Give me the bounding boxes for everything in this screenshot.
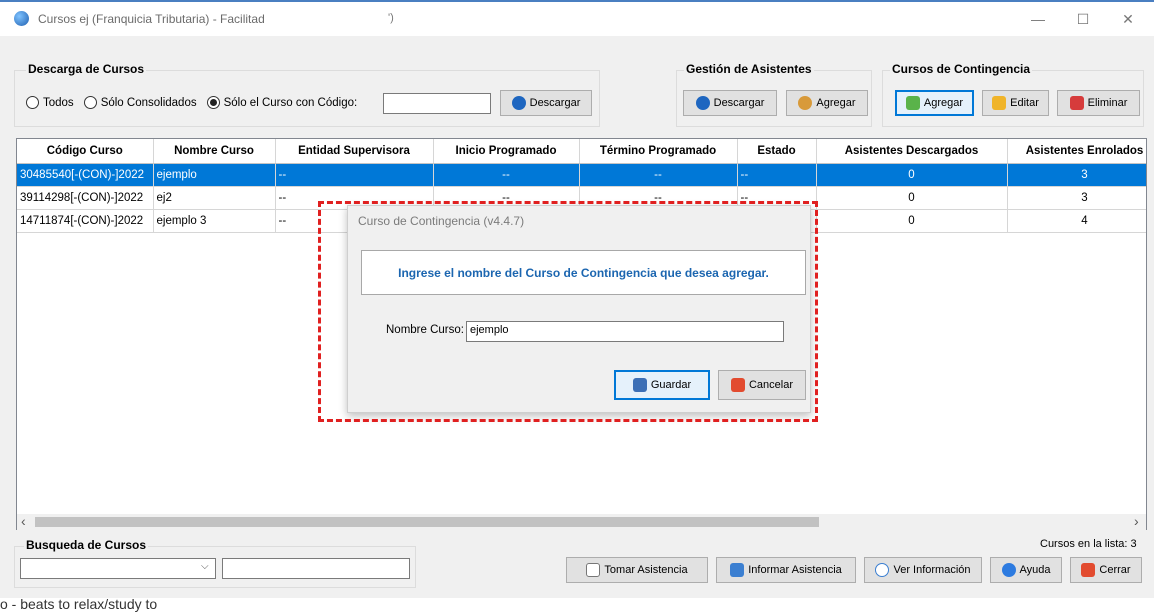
download-courses-button[interactable]: Descargar <box>500 90 592 116</box>
table-cell: ejemplo 3 <box>153 209 276 233</box>
attendees-add-button[interactable]: Agregar <box>786 90 868 116</box>
app-globe-icon <box>14 11 29 26</box>
table-cell: 30485540[-(CON)-]2022 <box>17 163 154 187</box>
window-title: Cursos ej (Franquicia Tributaria) - Faci… <box>38 12 265 26</box>
course-code-input[interactable] <box>383 93 491 114</box>
column-header[interactable]: Asistentes Enrolados <box>1007 139 1146 164</box>
report-attendance-label: Informar Asistencia <box>748 564 842 576</box>
help-icon <box>1001 563 1016 577</box>
close-window-button[interactable]: ✕ <box>1111 8 1145 30</box>
view-info-button[interactable]: Ver Información <box>864 557 982 583</box>
checklist-icon <box>586 563 601 577</box>
help-button[interactable]: Ayuda <box>990 557 1062 583</box>
contingency-delete-button[interactable]: Eliminar <box>1057 90 1140 116</box>
attendees-group-title: Gestión de Asistentes <box>684 62 814 76</box>
column-header[interactable]: Inicio Programado <box>433 139 580 164</box>
radio-course-code-label: Sólo el Curso con Código: <box>223 96 358 109</box>
download-courses-title: Descarga de Cursos <box>26 62 147 76</box>
pencil-icon <box>992 96 1007 110</box>
delete-icon <box>1069 96 1084 110</box>
radio-course-code[interactable]: Sólo el Curso con Código: <box>206 96 358 109</box>
cloud-download-icon <box>511 96 526 110</box>
help-label: Ayuda <box>1019 564 1051 576</box>
attendees-download-button[interactable]: Descargar <box>683 90 777 116</box>
eye-icon <box>875 563 890 577</box>
table-cell: 0 <box>816 186 1008 210</box>
table-cell: -- <box>433 163 580 187</box>
table-cell: -- <box>275 163 434 187</box>
attendees-add-label: Agregar <box>816 97 856 109</box>
radio-course-code-indicator[interactable] <box>206 96 220 109</box>
table-cell: 39114298[-(CON)-]2022 <box>17 186 154 210</box>
column-header[interactable]: Asistentes Descargados <box>816 139 1008 164</box>
contingency-add-button[interactable]: Agregar <box>895 90 974 116</box>
column-header[interactable]: Código Curso <box>17 139 154 164</box>
attendees-download-label: Descargar <box>713 97 765 109</box>
table-cell: -- <box>579 163 738 187</box>
maximize-button[interactable]: ☐ <box>1066 8 1100 30</box>
close-button[interactable]: Cerrar <box>1070 557 1142 583</box>
take-attendance-button[interactable]: Tomar Asistencia <box>566 557 708 583</box>
horizontal-scrollbar[interactable]: ‹ › <box>17 513 1146 530</box>
radio-all[interactable]: Todos <box>26 96 74 109</box>
courses-count-label: Cursos en la lista: 3 <box>1040 538 1137 550</box>
window-title-fragment: ') <box>388 12 394 24</box>
download-filter-radios: Todos Sólo Consolidados Sólo el Curso co… <box>26 96 357 109</box>
contingency-edit-label: Editar <box>1010 97 1039 109</box>
table-cell: -- <box>737 163 817 187</box>
view-info-label: Ver Información <box>893 564 971 576</box>
cloud-download-icon <box>695 96 710 110</box>
contingency-add-label: Agregar <box>923 97 964 109</box>
send-icon <box>730 563 745 577</box>
title-bar: Cursos ej (Franquicia Tributaria) - Faci… <box>0 2 1154 36</box>
close-label: Cerrar <box>1099 564 1131 576</box>
search-text-input[interactable] <box>222 558 410 579</box>
contingency-edit-button[interactable]: Editar <box>982 90 1049 116</box>
column-header[interactable]: Término Programado <box>579 139 738 164</box>
scrollbar-thumb[interactable] <box>35 517 819 527</box>
background-window-text: o - beats to relax/study to <box>0 596 158 612</box>
chevron-down-icon[interactable]: ⌵ <box>201 561 209 572</box>
red-x-icon <box>1081 563 1096 577</box>
plus-icon <box>905 96 920 110</box>
take-attendance-label: Tomar Asistencia <box>604 564 688 576</box>
table-row[interactable]: 30485540[-(CON)-]2022 ejemplo -- -- -- -… <box>17 163 1146 187</box>
download-courses-label: Descargar <box>529 97 581 109</box>
table-cell: 3 <box>1007 186 1146 210</box>
contingency-group-title: Cursos de Contingencia <box>890 62 1033 76</box>
highlight-box <box>318 201 818 422</box>
table-cell: 3 <box>1007 163 1146 187</box>
table-cell: 0 <box>816 163 1008 187</box>
contingency-delete-label: Eliminar <box>1087 97 1128 109</box>
search-filter-combo[interactable] <box>20 558 216 579</box>
table-cell: 4 <box>1007 209 1146 233</box>
table-cell: 0 <box>816 209 1008 233</box>
table-cell: ejemplo <box>153 163 276 187</box>
scroll-right-arrow-icon[interactable]: › <box>1134 513 1139 529</box>
radio-all-label: Todos <box>43 96 74 109</box>
radio-consolidated-indicator[interactable] <box>83 96 97 109</box>
search-courses-title: Busqueda de Cursos <box>24 538 149 552</box>
radio-all-indicator[interactable] <box>26 96 39 109</box>
minimize-button[interactable]: — <box>1021 8 1055 30</box>
report-attendance-button[interactable]: Informar Asistencia <box>716 557 856 583</box>
radio-consolidated[interactable]: Sólo Consolidados <box>83 96 197 109</box>
radio-consolidated-label: Sólo Consolidados <box>100 96 197 109</box>
table-cell: ej2 <box>153 186 276 210</box>
app-window: Cursos ej (Franquicia Tributaria) - Faci… <box>0 0 1154 598</box>
scroll-left-arrow-icon[interactable]: ‹ <box>21 513 26 529</box>
column-header[interactable]: Entidad Supervisora <box>275 139 434 164</box>
column-header[interactable]: Estado <box>737 139 817 164</box>
add-user-icon <box>798 96 813 110</box>
table-header-row: Código Curso Nombre Curso Entidad Superv… <box>17 139 1146 164</box>
column-header[interactable]: Nombre Curso <box>153 139 276 164</box>
table-cell: 14711874[-(CON)-]2022 <box>17 209 154 233</box>
